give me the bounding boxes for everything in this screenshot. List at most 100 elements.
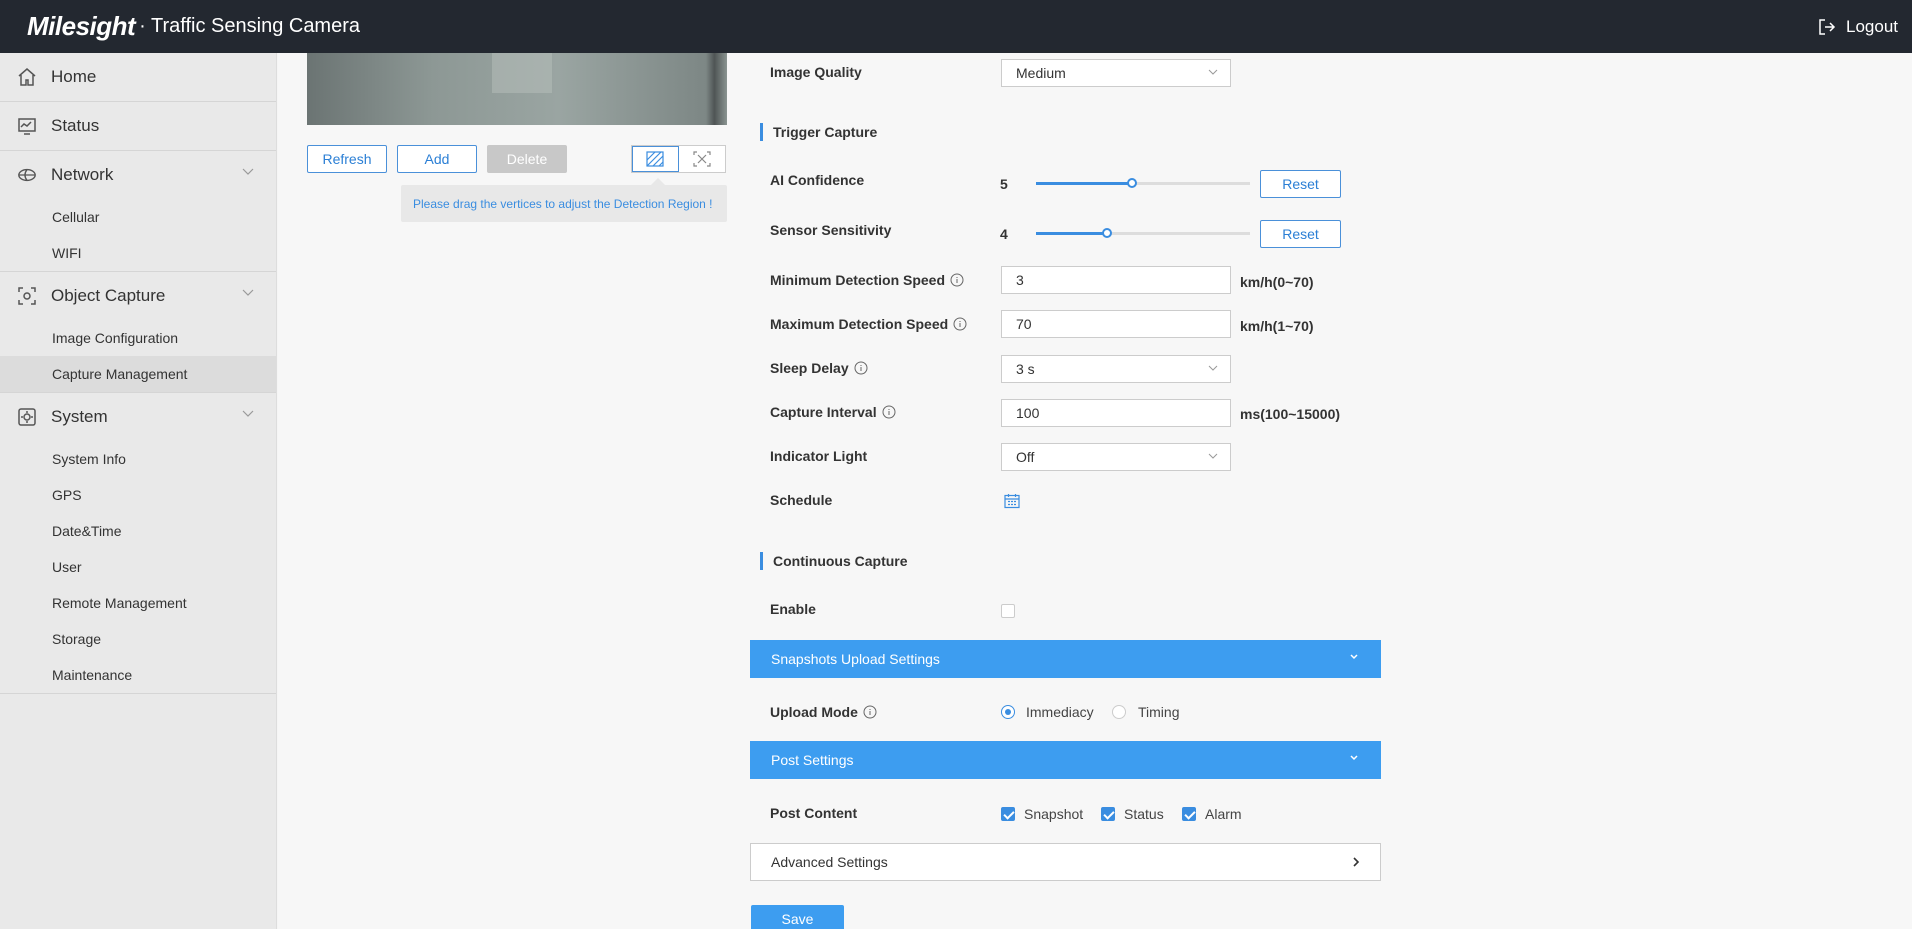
draw-region-tool[interactable] — [632, 146, 679, 172]
continuous-capture-title: Continuous Capture — [760, 552, 908, 570]
advanced-settings-bar[interactable]: Advanced Settings — [750, 843, 1381, 881]
system-settings-icon — [17, 407, 37, 427]
info-icon[interactable] — [863, 705, 877, 719]
sidebar-item-date-time[interactable]: Date&Time — [0, 513, 276, 549]
sleep-delay-label: Sleep Delay — [770, 360, 868, 376]
add-region-button[interactable]: Add — [397, 145, 477, 173]
snapshots-upload-settings-bar[interactable]: Snapshots Upload Settings — [750, 640, 1381, 678]
sidebar-item-cellular[interactable]: Cellular — [0, 199, 276, 235]
chevron-down-icon — [1208, 453, 1218, 459]
region-select-icon — [693, 151, 711, 167]
upload-mode-timing-radio[interactable] — [1112, 705, 1126, 719]
indicator-light-label: Indicator Light — [770, 448, 868, 464]
sleep-delay-select[interactable]: 3 s — [1001, 355, 1231, 383]
sidebar-item-label: Home — [51, 67, 97, 86]
divider — [0, 693, 276, 694]
capture-interval-unit: ms(100~15000) — [1240, 406, 1341, 422]
snapshots-upload-settings-label: Snapshots Upload Settings — [771, 651, 940, 667]
sleep-delay-label-text: Sleep Delay — [770, 360, 849, 376]
image-quality-select[interactable]: Medium — [1001, 59, 1231, 87]
max-speed-label: Maximum Detection Speed — [770, 316, 967, 332]
chevron-down-icon — [1208, 365, 1218, 371]
upload-mode-immediacy-radio[interactable] — [1001, 705, 1015, 719]
info-icon[interactable] — [882, 405, 896, 419]
sleep-delay-value: 3 s — [1016, 361, 1035, 377]
max-speed-label-text: Maximum Detection Speed — [770, 316, 949, 332]
refresh-button[interactable]: Refresh — [307, 145, 387, 173]
capture-interval-input[interactable] — [1001, 399, 1231, 427]
upload-mode-label-text: Upload Mode — [770, 704, 858, 720]
chevron-down-icon — [242, 410, 254, 417]
sidebar-item-capture-management[interactable]: Capture Management — [0, 356, 276, 392]
sidebar-item-system[interactable]: System — [0, 393, 276, 441]
enable-label: Enable — [770, 601, 816, 617]
trigger-capture-title: Trigger Capture — [760, 123, 877, 141]
schedule-label: Schedule — [770, 492, 833, 508]
sidebar-item-remote-management[interactable]: Remote Management — [0, 585, 276, 621]
sidebar-item-maintenance[interactable]: Maintenance — [0, 657, 276, 693]
sensor-sensitivity-reset-button[interactable]: Reset — [1260, 220, 1341, 248]
indicator-light-value: Off — [1016, 449, 1035, 465]
calendar-icon[interactable] — [1004, 493, 1020, 509]
chevron-down-icon — [1350, 755, 1358, 761]
select-region-tool[interactable] — [679, 146, 726, 172]
ai-confidence-slider[interactable] — [1036, 178, 1250, 188]
image-quality-value: Medium — [1016, 65, 1066, 81]
logout-label: Logout — [1846, 16, 1898, 36]
logout-icon — [1819, 18, 1836, 35]
milesight-logo: Milesight — [27, 11, 136, 41]
capture-interval-label-text: Capture Interval — [770, 404, 877, 420]
sidebar-item-system-info[interactable]: System Info — [0, 441, 276, 477]
camera-preview[interactable] — [307, 53, 727, 125]
region-tool-group — [631, 145, 726, 173]
sidebar-item-image-configuration[interactable]: Image Configuration — [0, 320, 276, 356]
capture-interval-label: Capture Interval — [770, 404, 896, 420]
sidebar-item-label: System — [51, 407, 108, 426]
hatched-area-icon — [646, 151, 664, 167]
monitor-icon — [17, 116, 37, 136]
ai-confidence-label: AI Confidence — [770, 172, 865, 188]
upload-mode-timing-label: Timing — [1138, 704, 1180, 720]
advanced-settings-label: Advanced Settings — [771, 854, 888, 870]
min-speed-unit: km/h(0~70) — [1240, 274, 1314, 290]
min-speed-input[interactable] — [1001, 266, 1231, 294]
region-tooltip: Please drag the vertices to adjust the D… — [401, 178, 727, 222]
chevron-right-icon — [1353, 857, 1360, 867]
delete-region-button[interactable]: Delete — [487, 145, 567, 173]
post-settings-label: Post Settings — [771, 752, 854, 768]
chevron-down-icon — [1350, 654, 1358, 660]
sidebar-item-label: Network — [51, 165, 114, 184]
sensor-sensitivity-slider[interactable] — [1036, 228, 1250, 238]
info-icon[interactable] — [854, 361, 868, 375]
info-icon[interactable] — [953, 317, 967, 331]
slider-handle[interactable] — [1101, 228, 1112, 238]
sidebar-item-status[interactable]: Status — [0, 102, 276, 150]
sidebar-item-storage[interactable]: Storage — [0, 621, 276, 657]
post-content-alarm-checkbox[interactable] — [1182, 807, 1196, 821]
sidebar-item-wifi[interactable]: WIFI — [0, 235, 276, 271]
sidebar-item-gps[interactable]: GPS — [0, 477, 276, 513]
sidebar-item-user[interactable]: User — [0, 549, 276, 585]
enable-checkbox[interactable] — [1001, 604, 1015, 618]
post-content-snapshot-checkbox[interactable] — [1001, 807, 1015, 821]
ai-confidence-value: 5 — [1000, 176, 1008, 192]
sensor-sensitivity-label: Sensor Sensitivity — [770, 222, 892, 238]
post-content-status-checkbox[interactable] — [1101, 807, 1115, 821]
logout-button[interactable]: Logout — [1818, 0, 1898, 53]
min-speed-label-text: Minimum Detection Speed — [770, 272, 946, 288]
sidebar-item-object-capture[interactable]: Object Capture — [0, 272, 276, 320]
indicator-light-select[interactable]: Off — [1001, 443, 1231, 471]
sidebar-item-home[interactable]: Home — [0, 53, 276, 101]
slider-fill — [1036, 232, 1107, 235]
post-settings-bar[interactable]: Post Settings — [750, 741, 1381, 779]
save-button[interactable]: Save — [751, 905, 844, 929]
max-speed-input[interactable] — [1001, 310, 1231, 338]
post-content-snapshot-label: Snapshot — [1024, 806, 1084, 822]
post-content-status-label: Status — [1124, 806, 1164, 822]
sidebar-item-network[interactable]: Network — [0, 151, 276, 199]
network-icon — [17, 165, 37, 185]
min-speed-label: Minimum Detection Speed — [770, 272, 964, 288]
ai-confidence-reset-button[interactable]: Reset — [1260, 170, 1341, 198]
info-icon[interactable] — [950, 273, 964, 287]
chevron-down-icon — [242, 289, 254, 296]
